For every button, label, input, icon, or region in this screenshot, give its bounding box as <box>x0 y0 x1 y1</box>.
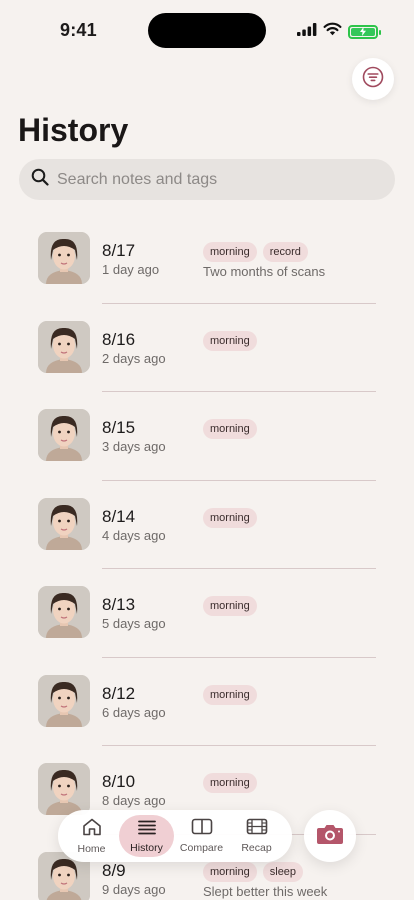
entry-note: Two months of scans <box>203 264 326 279</box>
tag-chip[interactable]: morning <box>203 419 257 439</box>
entry-date: 8/14 <box>102 506 136 526</box>
history-list: 8/17 1 day ago morning record Two months… <box>0 215 414 900</box>
tab-label: Home <box>77 842 106 855</box>
tab-recap[interactable]: Recap <box>229 815 284 857</box>
entry-tags: morning sleep <box>203 861 304 882</box>
filter-button[interactable] <box>352 58 394 100</box>
wifi-icon <box>323 22 342 41</box>
entry-tags: morning <box>203 507 257 528</box>
history-entry[interactable]: 8/17 1 day ago morning record Two months… <box>0 215 414 304</box>
status-bar: 9:41 <box>0 0 414 60</box>
tab-label: History <box>130 841 163 854</box>
tab-compare[interactable]: Compare <box>174 815 229 857</box>
tag-chip[interactable]: sleep <box>262 861 304 882</box>
list-icon <box>137 819 157 840</box>
entry-date: 8/17 <box>102 241 136 260</box>
entry-note: Slept better this week <box>203 883 328 899</box>
tag-chip[interactable]: morning <box>203 242 257 262</box>
tab-bar: Home History Compare Recap <box>58 810 292 862</box>
entry-tags: morning <box>203 684 257 705</box>
entry-date: 8/15 <box>102 418 136 437</box>
entry-date: 8/13 <box>102 595 136 614</box>
history-entry[interactable]: 8/12 6 days ago morning <box>0 658 414 746</box>
tag-chip[interactable]: morning <box>203 507 257 528</box>
status-time: 9:41 <box>60 20 97 40</box>
tab-label: Compare <box>179 842 224 854</box>
tab-history[interactable]: History <box>119 815 174 857</box>
entry-relative-time: 8 days ago <box>102 793 166 808</box>
history-entry[interactable]: 8/15 3 days ago morning <box>0 392 414 481</box>
tag-chip[interactable]: morning <box>203 330 257 351</box>
face-scan-thumbnail <box>38 232 90 284</box>
status-icons <box>297 22 381 41</box>
tag-chip[interactable]: record <box>262 242 308 262</box>
entry-date: 8/9 <box>102 860 126 880</box>
camera-button[interactable] <box>304 810 356 862</box>
page-title: History <box>18 112 129 148</box>
face-scan-thumbnail <box>38 409 90 461</box>
entry-date: 8/10 <box>102 772 136 791</box>
entry-date: 8/16 <box>102 329 136 349</box>
film-icon <box>246 818 268 840</box>
filter-icon <box>362 66 384 93</box>
tag-chip[interactable]: morning <box>203 861 257 882</box>
entry-relative-time: 3 days ago <box>102 439 166 454</box>
entry-tags: morning <box>203 330 257 351</box>
entry-relative-time: 5 days ago <box>102 616 166 631</box>
search-bar[interactable] <box>19 159 395 200</box>
battery-icon <box>348 24 381 39</box>
face-scan-thumbnail <box>38 320 90 373</box>
history-entry[interactable]: 8/14 4 days ago morning <box>0 481 414 569</box>
tag-chip[interactable]: morning <box>203 596 257 616</box>
face-scan-thumbnail <box>38 674 90 727</box>
face-scan-thumbnail <box>38 497 90 550</box>
history-entry[interactable]: 8/13 5 days ago morning <box>0 569 414 658</box>
entry-relative-time: 2 days ago <box>102 350 166 366</box>
split-square-icon <box>191 818 213 840</box>
entry-tags: morning <box>203 596 257 616</box>
entry-tags: morning <box>203 773 257 793</box>
entry-relative-time: 9 days ago <box>102 881 166 897</box>
entry-relative-time: 1 day ago <box>102 262 160 277</box>
tag-chip[interactable]: morning <box>203 684 257 705</box>
camera-icon <box>316 823 344 850</box>
home-icon <box>82 818 102 841</box>
entry-date: 8/12 <box>102 683 136 703</box>
tab-label: Recap <box>241 842 272 854</box>
face-scan-thumbnail <box>38 586 90 638</box>
tag-chip[interactable]: morning <box>203 773 257 793</box>
tab-home[interactable]: Home <box>64 815 119 857</box>
search-input[interactable] <box>57 170 357 189</box>
entry-tags: morning record <box>203 242 308 262</box>
history-entry[interactable]: 8/16 2 days ago morning <box>0 304 414 392</box>
entry-tags: morning <box>203 419 257 439</box>
cellular-signal-icon <box>297 22 317 41</box>
face-scan-thumbnail <box>38 763 90 815</box>
search-icon <box>31 168 49 191</box>
dynamic-island <box>148 13 266 48</box>
entry-relative-time: 4 days ago <box>102 527 166 543</box>
entry-relative-time: 6 days ago <box>102 704 166 720</box>
